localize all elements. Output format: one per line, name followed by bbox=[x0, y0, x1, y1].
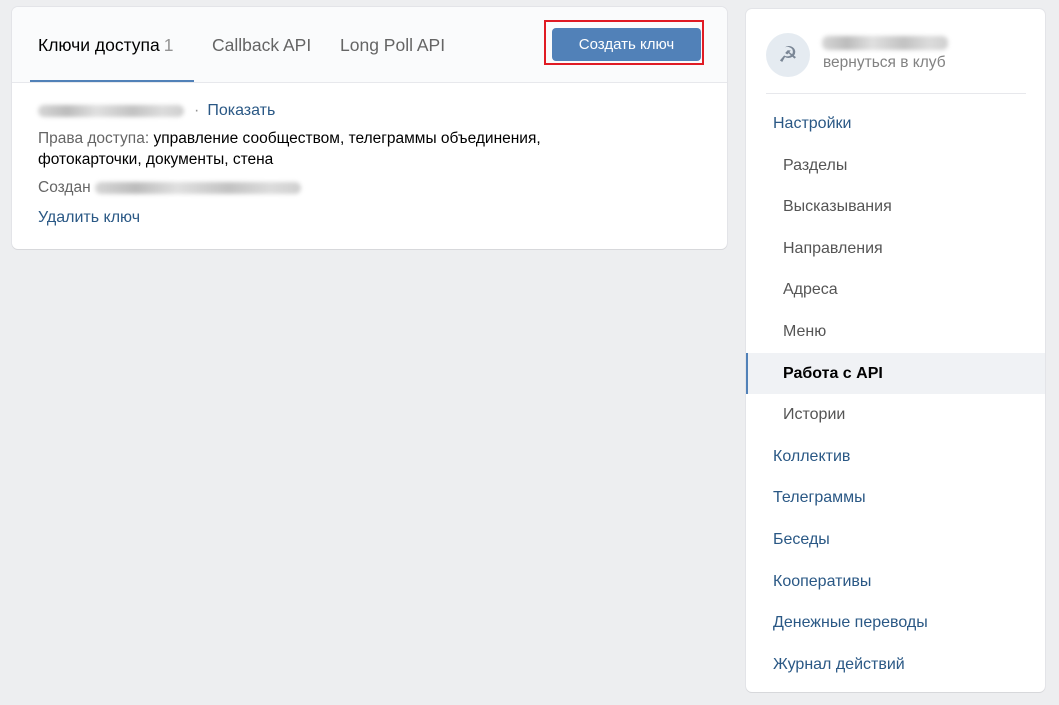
club-avatar[interactable]: ☭ bbox=[766, 33, 810, 77]
sidebar-item-action-log[interactable]: Журнал действий bbox=[746, 644, 1045, 686]
tab-access-keys-label: Ключи доступа bbox=[38, 35, 160, 55]
access-rights-label: Права доступа: bbox=[38, 130, 150, 147]
created-row: Создан bbox=[38, 178, 301, 198]
create-key-button[interactable]: Создать ключ bbox=[552, 28, 701, 61]
sidebar-divider bbox=[766, 93, 1026, 94]
key-row: · Показать bbox=[38, 101, 275, 121]
redacted-key-value bbox=[38, 105, 184, 117]
sidebar-item-settings[interactable]: Настройки bbox=[746, 103, 1045, 145]
settings-menu: Настройки Разделы Высказывания Направлен… bbox=[746, 103, 1045, 685]
back-to-club-link[interactable]: вернуться в клуб bbox=[823, 54, 946, 72]
sidebar-item-chats[interactable]: Беседы bbox=[746, 519, 1045, 561]
sidebar-item-telegrams[interactable]: Телеграммы bbox=[746, 477, 1045, 519]
highlight-frame: Создать ключ bbox=[544, 20, 704, 65]
show-key-link[interactable]: Показать bbox=[207, 102, 275, 120]
sidebar-item-stories[interactable]: Истории bbox=[746, 394, 1045, 436]
tab-access-keys[interactable]: Ключи доступа 1 bbox=[38, 35, 174, 55]
sidebar-item-api[interactable]: Работа с API bbox=[746, 352, 1045, 395]
tabs-bar: Ключи доступа 1 Callback API Long Poll AP… bbox=[12, 7, 727, 83]
sidebar-item-money-transfers[interactable]: Денежные переводы bbox=[746, 602, 1045, 644]
tab-callback-api-label: Callback API bbox=[212, 35, 312, 55]
created-label: Создан bbox=[38, 179, 91, 196]
redacted-created-date bbox=[94, 182, 301, 194]
sidebar-item-sections[interactable]: Разделы bbox=[746, 145, 1045, 187]
access-rights: Права доступа: управление сообществом, т… bbox=[38, 128, 638, 170]
tab-callback-api[interactable]: Callback API bbox=[212, 35, 311, 55]
sidebar-item-menu[interactable]: Меню bbox=[746, 311, 1045, 353]
sidebar-item-cooperatives[interactable]: Кооперативы bbox=[746, 561, 1045, 603]
delete-key-link[interactable]: Удалить ключ bbox=[38, 208, 140, 228]
tab-long-poll-api-label: Long Poll API bbox=[340, 35, 446, 55]
sidebar-item-statements[interactable]: Высказывания bbox=[746, 186, 1045, 228]
sidebar-item-collective[interactable]: Коллектив bbox=[746, 436, 1045, 478]
hammer-sickle-icon: ☭ bbox=[778, 42, 798, 67]
settings-sidebar: ☭ вернуться в клуб Настройки Разделы Выс… bbox=[746, 9, 1045, 692]
sidebar-item-directions[interactable]: Направления bbox=[746, 228, 1045, 270]
tab-access-keys-count: 1 bbox=[163, 35, 174, 55]
sidebar-item-addresses[interactable]: Адреса bbox=[746, 269, 1045, 311]
tab-long-poll-api[interactable]: Long Poll API bbox=[340, 35, 445, 55]
api-keys-card: Ключи доступа 1 Callback API Long Poll AP… bbox=[12, 7, 727, 249]
separator-dot: · bbox=[194, 102, 200, 119]
active-tab-underline bbox=[30, 80, 194, 82]
redacted-club-name bbox=[822, 36, 948, 50]
